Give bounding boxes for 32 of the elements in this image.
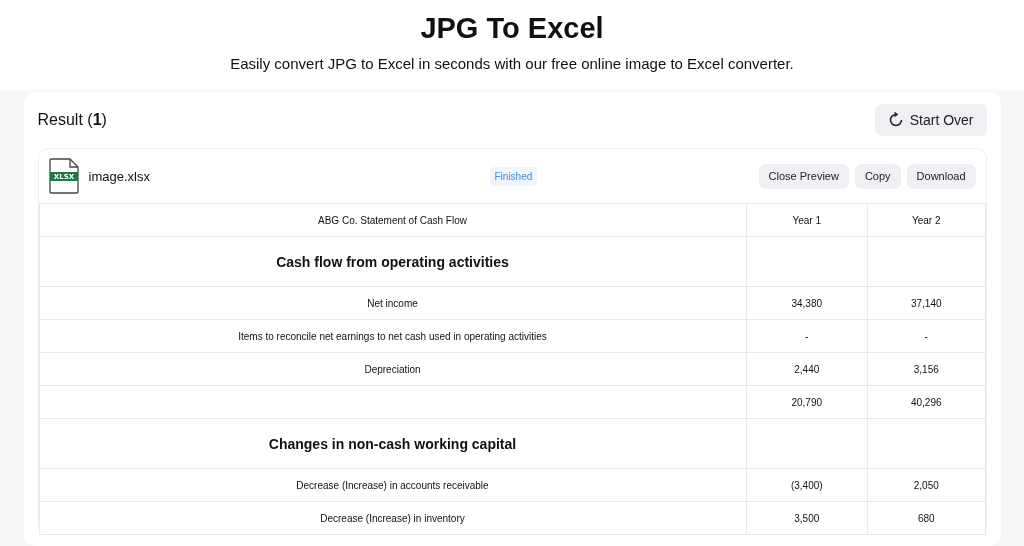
table-cell: Decrease (Increase) in accounts receivable bbox=[296, 479, 489, 491]
table-cell: (3,400) bbox=[790, 479, 823, 491]
table-cell: Net income bbox=[367, 297, 418, 309]
page-title: JPG To Excel bbox=[420, 12, 604, 45]
refresh-icon bbox=[887, 112, 904, 128]
table-cell: 40,296 bbox=[910, 396, 942, 408]
table-cell: 3,500 bbox=[794, 512, 820, 524]
table-cell: Year 2 bbox=[912, 214, 941, 226]
table-cell: 2,440 bbox=[794, 363, 820, 375]
table-cell: 680 bbox=[917, 512, 935, 524]
status-badge: Finished bbox=[489, 166, 538, 186]
table-cell: Decrease (Increase) in inventory bbox=[320, 512, 465, 524]
file-name: image.xlsx bbox=[88, 168, 150, 184]
result-heading: Result (1) bbox=[37, 111, 107, 129]
file-action-button[interactable]: Close Preview bbox=[758, 163, 849, 189]
table-cell: - bbox=[805, 330, 809, 342]
table-cell: ABG Co. Statement of Cash Flow bbox=[318, 214, 467, 226]
table-cell: Year 1 bbox=[792, 214, 822, 226]
section-heading: Changes in non-cash working capital bbox=[268, 435, 517, 452]
table-cell: 34,380 bbox=[791, 297, 823, 309]
table-cell: Items to reconcile net earnings to net cash used in operating activities bbox=[238, 330, 547, 342]
table-cell: 3,156 bbox=[913, 363, 939, 375]
section-heading: Cash flow from operating activities bbox=[276, 253, 509, 270]
start-over-button[interactable]: Start Over bbox=[874, 104, 987, 136]
file-action-button[interactable]: Copy bbox=[854, 163, 901, 189]
table-cell: - bbox=[924, 330, 928, 342]
table-cell: 37,140 bbox=[910, 297, 942, 309]
page-subtitle: Easily convert JPG to Excel in seconds with our free online image to Excel converter. bbox=[230, 55, 794, 72]
table-cell: 20,790 bbox=[791, 396, 823, 408]
table-cell: Depreciation bbox=[364, 363, 421, 375]
file-action-button[interactable]: Download bbox=[906, 163, 976, 189]
table-cell: 2,050 bbox=[913, 479, 939, 491]
